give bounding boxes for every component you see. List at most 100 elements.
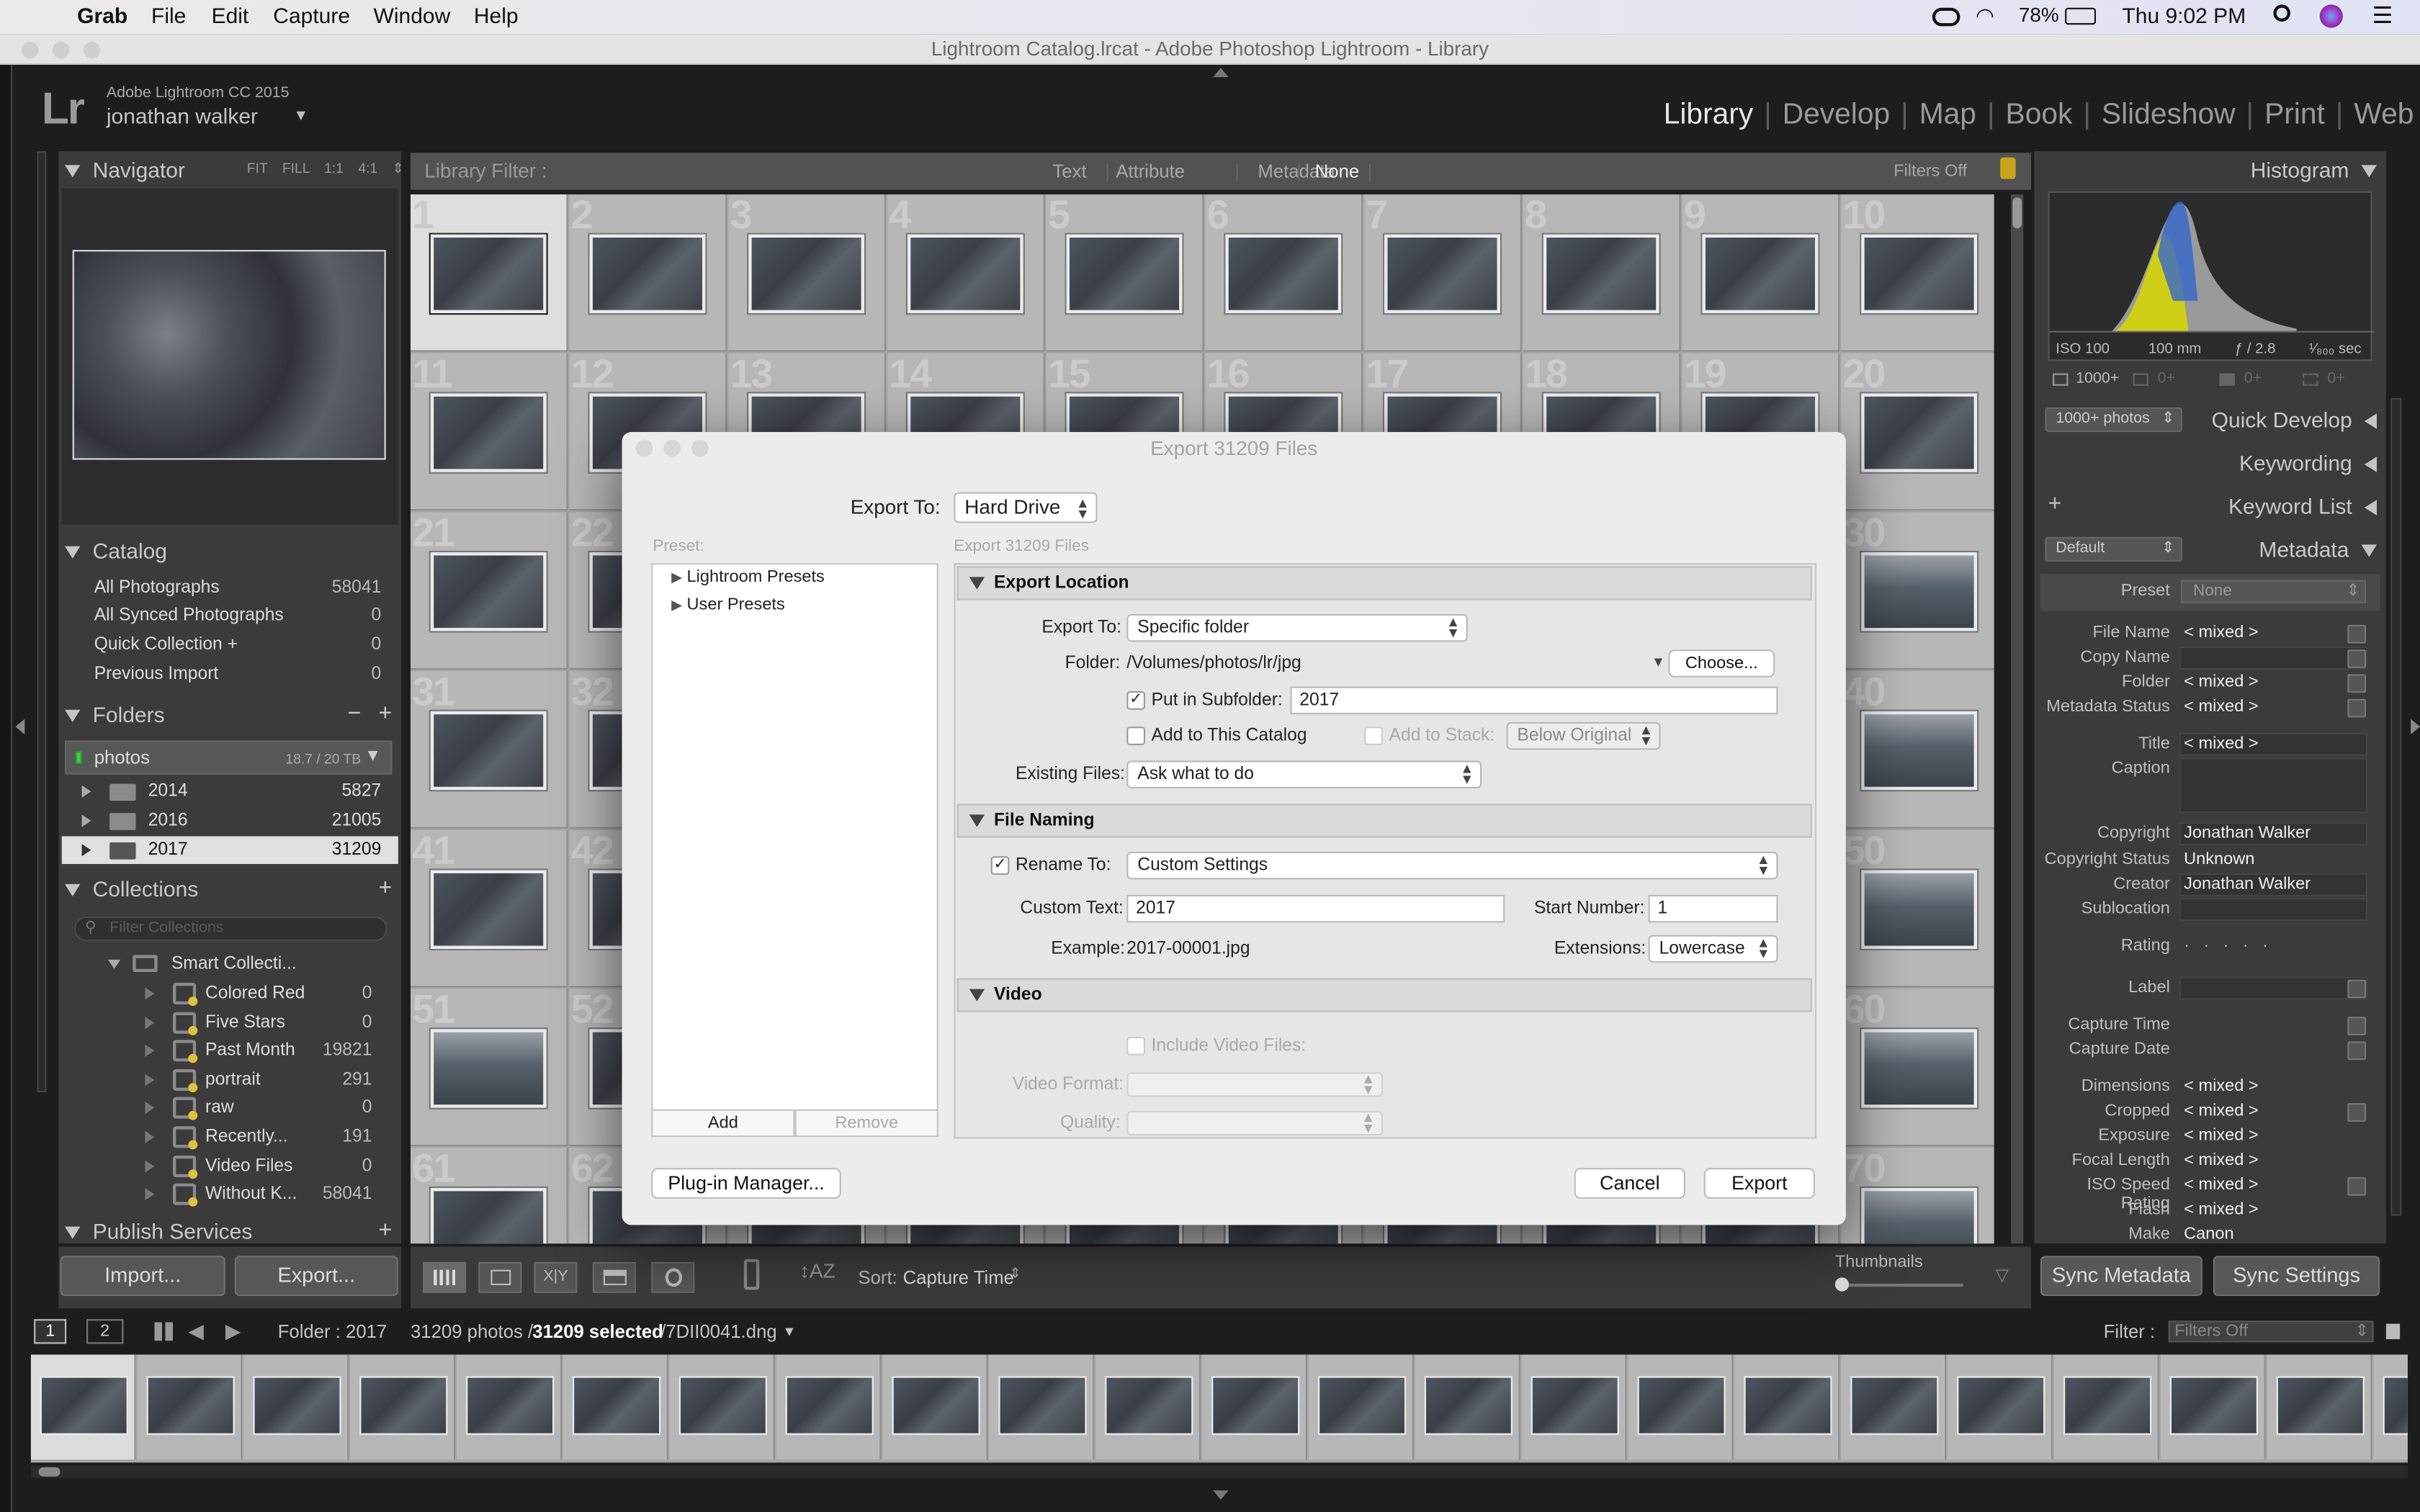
- filmstrip-cell[interactable]: [1521, 1354, 1627, 1460]
- grid-cell[interactable]: 40: [1841, 668, 1994, 829]
- filmstrip-thumbnail[interactable]: [466, 1376, 555, 1435]
- remove-preset-button[interactable]: Remove: [794, 1109, 938, 1138]
- grid-thumbnail[interactable]: [1384, 234, 1500, 313]
- catalog-item[interactable]: All Photographs 58041: [62, 574, 398, 602]
- filmstrip-cell[interactable]: [30, 1354, 136, 1460]
- choose-folder-button[interactable]: Choose...: [1668, 649, 1775, 678]
- menu-capture[interactable]: Capture: [273, 3, 350, 27]
- grid-cell[interactable]: 70: [1841, 1145, 1994, 1244]
- filmstrip-thumbnail[interactable]: [1318, 1376, 1407, 1435]
- grid-cell[interactable]: 10: [1841, 194, 1994, 352]
- filmstrip-thumbnail[interactable]: [678, 1376, 767, 1435]
- filmstrip-cell[interactable]: [776, 1354, 882, 1460]
- grid-cell[interactable]: 21: [411, 509, 568, 670]
- grid-cell[interactable]: 3: [728, 194, 886, 352]
- filmstrip-thumbnail[interactable]: [573, 1376, 661, 1435]
- grid-thumbnail[interactable]: [1543, 234, 1659, 313]
- grid-thumbnail[interactable]: [1861, 393, 1977, 472]
- identity-user[interactable]: jonathan walker: [107, 104, 258, 128]
- filmstrip-source[interactable]: Folder : 2017: [278, 1315, 387, 1349]
- file-naming-section[interactable]: File Naming: [956, 804, 1812, 838]
- filmstrip-cell[interactable]: [882, 1354, 988, 1460]
- plugin-manager-button[interactable]: Plug-in Manager...: [651, 1168, 841, 1199]
- import-button[interactable]: Import...: [60, 1256, 225, 1296]
- dialog-minimize-button[interactable]: [663, 439, 681, 457]
- filmstrip-thumbnail[interactable]: [1744, 1376, 1832, 1435]
- spray-can-icon[interactable]: [743, 1259, 760, 1290]
- disclosure-triangle-icon[interactable]: ▶: [671, 570, 682, 585]
- cancel-button[interactable]: Cancel: [1574, 1168, 1685, 1199]
- zoom-1-1[interactable]: 1:1: [324, 161, 344, 176]
- grid-thumbnail[interactable]: [430, 552, 547, 631]
- video-section[interactable]: Video: [956, 978, 1812, 1012]
- include-video-checkbox[interactable]: [1126, 1037, 1145, 1056]
- filmstrip-thumbnail[interactable]: [1211, 1376, 1300, 1435]
- grid-thumbnail[interactable]: [430, 1188, 547, 1244]
- export-location-section[interactable]: Export Location: [956, 566, 1812, 600]
- grid-cell[interactable]: 7: [1364, 194, 1522, 352]
- expand-icon[interactable]: [81, 785, 91, 798]
- metadata-field-value[interactable]: Jonathan Walker: [2184, 824, 2311, 842]
- dialog-close-button[interactable]: [635, 439, 653, 457]
- window-zoom-button[interactable]: [83, 41, 101, 59]
- metadata-action-icon[interactable]: [2347, 698, 2366, 718]
- filmstrip-thumbnail[interactable]: [1531, 1376, 1619, 1435]
- keyword-list-header[interactable]: Keyword List: [2161, 489, 2383, 523]
- filmstrip-cell[interactable]: [2373, 1354, 2408, 1460]
- survey-view-icon[interactable]: [592, 1261, 636, 1293]
- module-develop[interactable]: Develop: [1783, 99, 1890, 132]
- rename-checkbox[interactable]: ✓: [990, 856, 1010, 875]
- filmstrip-cell[interactable]: [563, 1354, 668, 1460]
- collection-item[interactable]: Without K... 58041: [62, 1181, 398, 1209]
- filter-presets-dropdown[interactable]: Filters Off: [1894, 153, 1967, 189]
- metadata-field-input[interactable]: [2179, 898, 2368, 922]
- start-number-field[interactable]: 1: [1648, 894, 1778, 923]
- navigator-preview-image[interactable]: [72, 250, 386, 460]
- filmstrip-cell[interactable]: [243, 1354, 349, 1460]
- collection-item[interactable]: Colored Red 0: [62, 980, 398, 1008]
- filmstrip-cell[interactable]: [1095, 1354, 1201, 1460]
- grid-thumbnail[interactable]: [1861, 1188, 1977, 1244]
- metadata-field-input[interactable]: [2179, 976, 2368, 1000]
- recent-folders-dropdown-icon[interactable]: ▼: [1652, 654, 1665, 670]
- folder-item[interactable]: 2014 5827: [62, 778, 398, 806]
- stack-position-dropdown[interactable]: Below Original ▲ ▼: [1506, 721, 1661, 750]
- grid-thumbnail[interactable]: [1861, 711, 1977, 791]
- right-panel-toggle-icon[interactable]: [2411, 719, 2420, 734]
- grid-cell[interactable]: 31: [411, 668, 568, 829]
- compare-view-icon[interactable]: X|Y: [534, 1261, 578, 1293]
- collections-filter-field[interactable]: ⚲ Filter Collections: [73, 916, 387, 942]
- grid-cell[interactable]: 8: [1523, 194, 1681, 352]
- filmstrip-thumbnail[interactable]: [1105, 1376, 1193, 1435]
- filmstrip-cell[interactable]: [457, 1354, 562, 1460]
- collection-item[interactable]: Video Files 0: [62, 1152, 398, 1180]
- filmstrip-thumbnail[interactable]: [40, 1376, 128, 1435]
- bottom-panel-toggle-icon[interactable]: [1213, 1490, 1229, 1500]
- grid-cell[interactable]: 5: [1046, 194, 1204, 352]
- filter-tab-text[interactable]: Text: [1052, 153, 1086, 189]
- filmstrip-cell[interactable]: [1841, 1354, 1947, 1460]
- filmstrip-cell[interactable]: [670, 1354, 775, 1460]
- filmstrip-cell[interactable]: [350, 1354, 456, 1460]
- battery-icon[interactable]: [2065, 7, 2096, 25]
- preset-group-user[interactable]: ▶ User Presets: [671, 595, 785, 614]
- zoom-fill[interactable]: FILL: [282, 161, 310, 176]
- expand-icon[interactable]: [81, 814, 91, 827]
- filmstrip-cell[interactable]: [989, 1354, 1095, 1460]
- zoom-4-1[interactable]: 4:1: [358, 161, 377, 176]
- siri-icon[interactable]: [2319, 4, 2343, 28]
- grid-cell[interactable]: 2: [569, 194, 727, 352]
- grid-cell[interactable]: 51: [411, 986, 568, 1147]
- catalog-header[interactable]: Catalog: [65, 534, 397, 567]
- module-book[interactable]: Book: [2006, 99, 2073, 132]
- metadata-action-icon[interactable]: [2347, 1103, 2366, 1122]
- filmstrip-thumbnail[interactable]: [785, 1376, 874, 1435]
- filename-dropdown-icon[interactable]: ▼: [782, 1315, 796, 1349]
- quality-dropdown[interactable]: ▲ ▼: [1126, 1110, 1383, 1136]
- collection-item[interactable]: portrait 291: [62, 1066, 398, 1094]
- filmstrip-thumbnail[interactable]: [253, 1376, 341, 1435]
- export-confirm-button[interactable]: Export: [1703, 1168, 1815, 1199]
- right-panel-scrollbar[interactable]: [2390, 397, 2402, 1216]
- thumbnail-slider-handle[interactable]: [1834, 1277, 1850, 1292]
- filmstrip-cell[interactable]: [2054, 1354, 2159, 1460]
